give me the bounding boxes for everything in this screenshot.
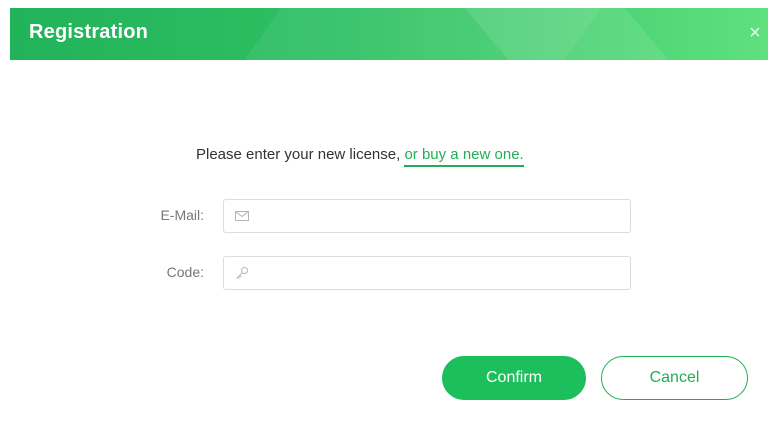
- email-field[interactable]: [223, 199, 631, 233]
- email-label: E-Mail:: [160, 207, 204, 223]
- buy-license-link[interactable]: or buy a new one.: [404, 146, 524, 167]
- code-label: Code:: [166, 264, 204, 280]
- code-field[interactable]: [223, 256, 631, 290]
- code-input[interactable]: [258, 261, 622, 287]
- close-icon[interactable]: ×: [746, 22, 764, 44]
- envelope-icon: [235, 211, 249, 221]
- title-bar: Registration ×: [10, 8, 768, 60]
- registration-dialog: Registration × Please enter your new lic…: [0, 0, 768, 426]
- prompt-text: Please enter your new license,: [196, 146, 405, 163]
- license-prompt: Please enter your new license, or buy a …: [196, 146, 524, 167]
- key-icon: [236, 267, 248, 279]
- cancel-button[interactable]: Cancel: [601, 356, 748, 400]
- email-input[interactable]: [258, 204, 622, 230]
- confirm-button[interactable]: Confirm: [442, 356, 586, 400]
- dialog-title: Registration: [29, 21, 149, 43]
